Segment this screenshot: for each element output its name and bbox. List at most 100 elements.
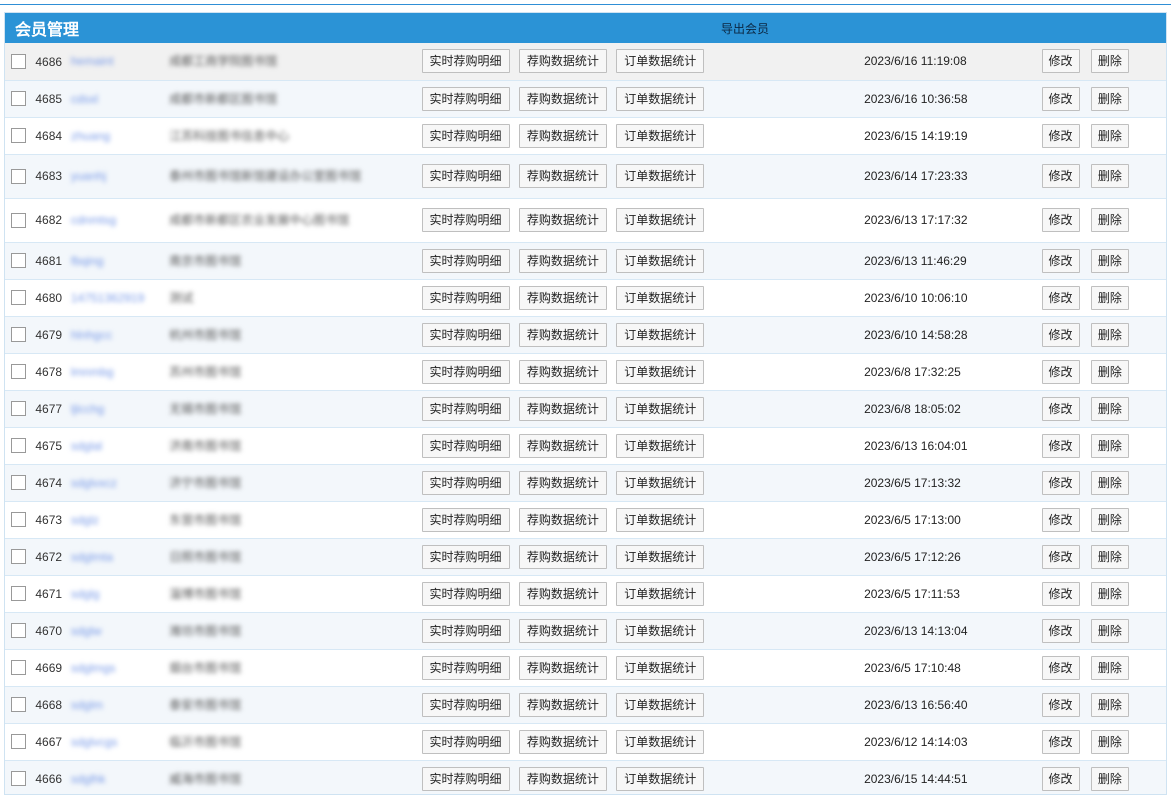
order-stats-button[interactable]: 订单数据统计 [616,507,705,532]
recommend-stats-button[interactable]: 荐购数据统计 [518,618,607,643]
export-members-link[interactable]: 导出会员 [721,20,769,37]
recommend-stats-button[interactable]: 荐购数据统计 [518,396,607,421]
order-stats-button[interactable]: 订单数据统计 [616,655,705,680]
edit-button[interactable]: 修改 [1041,618,1080,643]
row-checkbox[interactable] [11,660,26,676]
row-checkbox[interactable] [11,512,26,528]
delete-button[interactable]: 删除 [1090,544,1129,569]
delete-button[interactable]: 删除 [1090,729,1129,754]
delete-button[interactable]: 删除 [1090,49,1129,74]
order-stats-button[interactable]: 订单数据统计 [616,359,705,384]
realtime-detail-button[interactable]: 实时荐购明细 [421,208,510,232]
recommend-stats-button[interactable]: 荐购数据统计 [518,208,607,232]
delete-button[interactable]: 删除 [1090,470,1129,495]
row-checkbox[interactable] [11,327,26,343]
recommend-stats-button[interactable]: 荐购数据统计 [518,507,607,532]
delete-button[interactable]: 删除 [1090,285,1129,310]
delete-button[interactable]: 删除 [1090,123,1129,148]
delete-button[interactable]: 删除 [1090,618,1129,643]
edit-button[interactable]: 修改 [1041,396,1080,421]
edit-button[interactable]: 修改 [1041,322,1080,347]
row-checkbox[interactable] [11,401,26,417]
order-stats-button[interactable]: 订单数据统计 [616,692,705,717]
delete-button[interactable]: 删除 [1090,655,1129,680]
edit-button[interactable]: 修改 [1041,49,1080,74]
row-checkbox[interactable] [11,697,26,713]
edit-button[interactable]: 修改 [1041,86,1080,111]
delete-button[interactable]: 删除 [1090,692,1129,717]
realtime-detail-button[interactable]: 实时荐购明细 [421,123,510,148]
row-checkbox[interactable] [11,734,26,750]
row-checkbox[interactable] [11,623,26,639]
realtime-detail-button[interactable]: 实时荐购明细 [421,433,510,458]
realtime-detail-button[interactable]: 实时荐购明细 [421,49,510,74]
edit-button[interactable]: 修改 [1041,766,1080,791]
recommend-stats-button[interactable]: 荐购数据统计 [518,766,607,791]
order-stats-button[interactable]: 订单数据统计 [616,470,705,495]
recommend-stats-button[interactable]: 荐购数据统计 [518,655,607,680]
row-checkbox[interactable] [11,290,26,306]
row-checkbox[interactable] [11,53,26,69]
realtime-detail-button[interactable]: 实时荐购明细 [421,655,510,680]
order-stats-button[interactable]: 订单数据统计 [616,164,705,188]
edit-button[interactable]: 修改 [1041,544,1080,569]
realtime-detail-button[interactable]: 实时荐购明细 [421,164,510,188]
recommend-stats-button[interactable]: 荐购数据统计 [518,581,607,606]
realtime-detail-button[interactable]: 实时荐购明细 [421,396,510,421]
edit-button[interactable]: 修改 [1041,433,1080,458]
row-checkbox[interactable] [11,91,26,107]
realtime-detail-button[interactable]: 实时荐购明细 [421,692,510,717]
edit-button[interactable]: 修改 [1041,359,1080,384]
row-checkbox[interactable] [11,771,26,787]
realtime-detail-button[interactable]: 实时荐购明细 [421,248,510,273]
edit-button[interactable]: 修改 [1041,470,1080,495]
recommend-stats-button[interactable]: 荐购数据统计 [518,470,607,495]
order-stats-button[interactable]: 订单数据统计 [616,581,705,606]
realtime-detail-button[interactable]: 实时荐购明细 [421,86,510,111]
recommend-stats-button[interactable]: 荐购数据统计 [518,359,607,384]
row-checkbox[interactable] [11,586,26,602]
order-stats-button[interactable]: 订单数据统计 [616,766,705,791]
edit-button[interactable]: 修改 [1041,692,1080,717]
recommend-stats-button[interactable]: 荐购数据统计 [518,285,607,310]
delete-button[interactable]: 删除 [1090,766,1129,791]
realtime-detail-button[interactable]: 实时荐购明细 [421,507,510,532]
delete-button[interactable]: 删除 [1090,396,1129,421]
edit-button[interactable]: 修改 [1041,581,1080,606]
recommend-stats-button[interactable]: 荐购数据统计 [518,248,607,273]
recommend-stats-button[interactable]: 荐购数据统计 [518,729,607,754]
realtime-detail-button[interactable]: 实时荐购明细 [421,544,510,569]
edit-button[interactable]: 修改 [1041,285,1080,310]
order-stats-button[interactable]: 订单数据统计 [616,618,705,643]
row-checkbox[interactable] [11,168,26,184]
row-checkbox[interactable] [11,253,26,269]
order-stats-button[interactable]: 订单数据统计 [616,729,705,754]
order-stats-button[interactable]: 订单数据统计 [616,123,705,148]
delete-button[interactable]: 删除 [1090,433,1129,458]
order-stats-button[interactable]: 订单数据统计 [616,248,705,273]
realtime-detail-button[interactable]: 实时荐购明细 [421,618,510,643]
recommend-stats-button[interactable]: 荐购数据统计 [518,692,607,717]
edit-button[interactable]: 修改 [1041,123,1080,148]
recommend-stats-button[interactable]: 荐购数据统计 [518,544,607,569]
row-checkbox[interactable] [11,549,26,565]
realtime-detail-button[interactable]: 实时荐购明细 [421,766,510,791]
recommend-stats-button[interactable]: 荐购数据统计 [518,86,607,111]
edit-button[interactable]: 修改 [1041,507,1080,532]
realtime-detail-button[interactable]: 实时荐购明细 [421,729,510,754]
row-checkbox[interactable] [11,364,26,380]
recommend-stats-button[interactable]: 荐购数据统计 [518,433,607,458]
delete-button[interactable]: 删除 [1090,164,1129,188]
edit-button[interactable]: 修改 [1041,208,1080,232]
recommend-stats-button[interactable]: 荐购数据统计 [518,123,607,148]
delete-button[interactable]: 删除 [1090,322,1129,347]
realtime-detail-button[interactable]: 实时荐购明细 [421,581,510,606]
realtime-detail-button[interactable]: 实时荐购明细 [421,285,510,310]
row-checkbox[interactable] [11,438,26,454]
order-stats-button[interactable]: 订单数据统计 [616,396,705,421]
delete-button[interactable]: 删除 [1090,86,1129,111]
order-stats-button[interactable]: 订单数据统计 [616,433,705,458]
edit-button[interactable]: 修改 [1041,248,1080,273]
row-checkbox[interactable] [11,128,26,144]
edit-button[interactable]: 修改 [1041,655,1080,680]
